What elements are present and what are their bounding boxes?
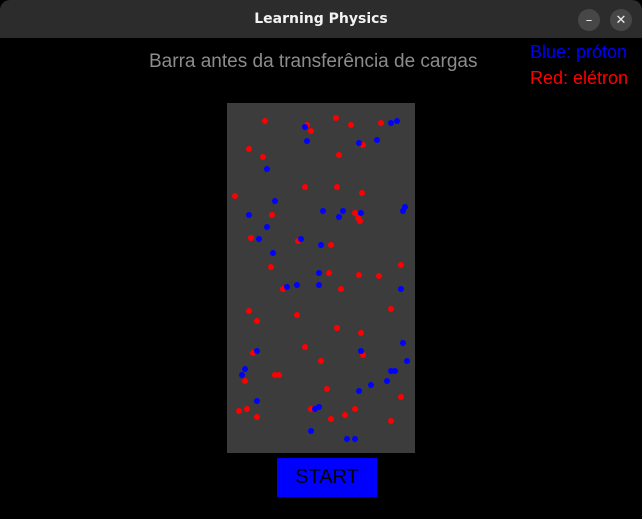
proton-particle [374, 137, 380, 143]
proton-particle [312, 406, 318, 412]
electron-particle [294, 312, 300, 318]
proton-particle [264, 166, 270, 172]
electron-particle [260, 154, 266, 160]
legend-proton: Blue: próton [530, 42, 628, 62]
close-button[interactable]: ✕ [610, 9, 632, 31]
title-bar: Learning Physics – ✕ [0, 0, 642, 38]
proton-particle [256, 236, 262, 242]
proton-particle [340, 208, 346, 214]
proton-particle [254, 348, 260, 354]
proton-particle [400, 208, 406, 214]
electron-particle [398, 262, 404, 268]
particles-layer [232, 115, 410, 442]
electron-particle [268, 264, 274, 270]
proton-particle [284, 284, 290, 290]
electron-particle [378, 120, 384, 126]
proton-particle [356, 140, 362, 146]
proton-particle [308, 428, 314, 434]
proton-particle [358, 210, 364, 216]
minimize-icon: – [585, 12, 593, 28]
proton-particle [254, 398, 260, 404]
electron-particle [318, 358, 324, 364]
proton-particle [400, 340, 406, 346]
electron-particle [254, 318, 260, 324]
electron-particle [324, 386, 330, 392]
window-title: Learning Physics [254, 11, 388, 27]
electron-particle [359, 190, 365, 196]
electron-particle [302, 184, 308, 190]
electron-particle [388, 418, 394, 424]
proton-particle [318, 242, 324, 248]
proton-particle [316, 282, 322, 288]
electron-particle [376, 273, 382, 279]
proton-particle [352, 436, 358, 442]
electron-particle [334, 184, 340, 190]
proton-particle [336, 214, 342, 220]
proton-particle [358, 348, 364, 354]
electron-particle [352, 210, 358, 216]
proton-particle [398, 286, 404, 292]
electron-particle [244, 406, 250, 412]
proton-particle [294, 282, 300, 288]
electron-particle [262, 118, 268, 124]
electron-particle [333, 115, 339, 121]
proton-particle [246, 212, 252, 218]
proton-particle [384, 378, 390, 384]
electron-particle [398, 394, 404, 400]
proton-particle [304, 138, 310, 144]
proton-particle [392, 368, 398, 374]
electron-particle [242, 378, 248, 384]
electron-particle [342, 412, 348, 418]
electron-particle [348, 122, 354, 128]
electron-particle [357, 218, 363, 224]
electron-particle [356, 272, 362, 278]
proton-particle [388, 120, 394, 126]
canvas-area: Barra antes da transferência de cargas B… [0, 38, 642, 519]
electron-particle [336, 152, 342, 158]
proton-particle [272, 198, 278, 204]
proton-particle [394, 118, 400, 124]
charged-bar [227, 103, 415, 453]
electron-particle [232, 193, 238, 199]
proton-particle [270, 250, 276, 256]
simulation-heading: Barra antes da transferência de cargas [149, 51, 478, 72]
electron-particle [302, 344, 308, 350]
electron-particle [388, 306, 394, 312]
start-button[interactable]: START [277, 458, 377, 497]
electron-particle [269, 212, 275, 218]
proton-particle [298, 236, 304, 242]
proton-particle [344, 436, 350, 442]
proton-particle [242, 366, 248, 372]
electron-particle [358, 330, 364, 336]
electron-particle [246, 308, 252, 314]
proton-particle [264, 224, 270, 230]
electron-particle [272, 372, 278, 378]
electron-particle [326, 270, 332, 276]
minimize-button[interactable]: – [578, 9, 600, 31]
electron-particle [308, 128, 314, 134]
legend-electron: Red: elétron [530, 68, 629, 88]
electron-particle [328, 242, 334, 248]
proton-particle [316, 270, 322, 276]
proton-particle [356, 388, 362, 394]
proton-particle [404, 358, 410, 364]
electron-particle [338, 286, 344, 292]
electron-particle [352, 406, 358, 412]
electron-particle [328, 416, 334, 422]
proton-particle [239, 372, 245, 378]
electron-particle [236, 408, 242, 414]
proton-particle [302, 124, 308, 130]
electron-particle [334, 325, 340, 331]
electron-particle [246, 146, 252, 152]
close-icon: ✕ [615, 12, 627, 28]
proton-particle [320, 208, 326, 214]
electron-particle [248, 235, 254, 241]
electron-particle [254, 414, 260, 420]
proton-particle [368, 382, 374, 388]
